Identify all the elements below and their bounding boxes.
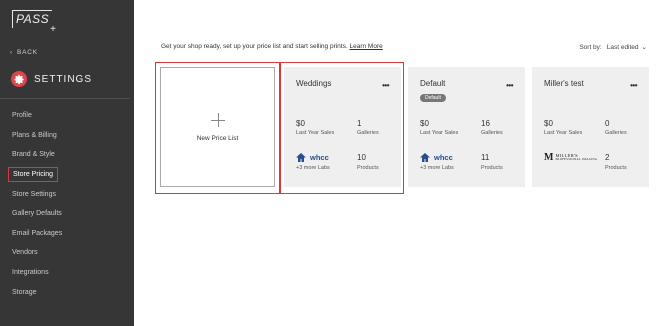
chevron-down-icon: ⌄ [641,44,647,51]
sidebar-item-label: Profile [12,112,32,120]
new-price-list-card[interactable]: New Price List [160,67,275,187]
new-price-list-label: New Price List [196,135,239,142]
sidebar-item-label: Store Settings [12,190,56,198]
galleries-label: Galleries [481,130,503,136]
products-label: Products [605,165,627,171]
products-value: 11 [481,153,490,162]
whcc-mark-icon [296,153,306,162]
back-label: BACK [16,49,38,56]
price-list-card-weddings[interactable]: Weddings ••• $0 Last Year Sales 1 Galler… [284,67,401,187]
sidebar-item-integrations[interactable]: Integrations [0,263,134,283]
galleries-label: Galleries [357,130,379,136]
galleries-value: 1 [357,119,362,128]
sales-label: Last Year Sales [296,130,335,136]
more-options-icon[interactable]: ••• [630,81,637,90]
price-list-card-default[interactable]: Default ••• Default $0 Last Year Sales 1… [408,67,525,187]
whcc-logo: whcc [296,153,329,162]
sort-control: Sort by: Last edited ⌄ [579,43,647,52]
card-title: Miller's test [544,79,584,88]
sales-value: $0 [544,119,553,128]
sidebar-item-storage[interactable]: Storage [0,282,134,302]
sidebar-item-profile[interactable]: Profile [0,106,134,126]
chevron-left-icon: ‹ [10,49,13,56]
sidebar-item-label: Gallery Defaults [12,210,62,218]
gear-icon [11,71,27,87]
sidebar-item-label: Storage [12,288,37,296]
sidebar-item-plans-billing[interactable]: Plans & Billing [0,126,134,146]
lab-name: whcc [434,153,453,162]
back-link[interactable]: ‹ BACK [10,49,38,56]
card-title: Default [420,79,446,88]
sidebar-item-gallery-defaults[interactable]: Gallery Defaults [0,204,134,224]
sales-value: $0 [296,119,305,128]
millers-m-icon: M [544,152,554,163]
card-title: Weddings [296,79,332,88]
more-labs-text: +3 more Labs [420,165,454,171]
sidebar-item-label: Store Pricing [7,167,59,183]
more-options-icon[interactable]: ••• [382,81,389,90]
products-value: 10 [357,153,366,162]
sort-label: Sort by: [579,43,602,51]
logo-plus-icon: + [50,24,56,35]
whcc-mark-icon [420,153,430,162]
millers-subtitle: PROFESSIONAL IMAGING [555,157,598,162]
lab-name: whcc [310,153,329,162]
settings-nav: Profile Plans & Billing Brand & Style St… [0,106,134,302]
sidebar-item-label: Plans & Billing [12,131,57,139]
sidebar-item-label: Integrations [12,269,49,277]
galleries-value: 16 [481,119,490,128]
sidebar-item-store-pricing[interactable]: Store Pricing [0,165,134,185]
sidebar-item-store-settings[interactable]: Store Settings [0,184,134,204]
sidebar-item-label: Brand & Style [12,151,55,159]
sales-label: Last Year Sales [420,130,459,136]
default-badge: Default [420,94,446,102]
products-value: 2 [605,153,610,162]
sidebar-item-label: Email Packages [12,229,63,237]
settings-title: SETTINGS [34,73,93,85]
galleries-value: 0 [605,119,610,128]
plus-icon [211,113,225,127]
sidebar-item-email-packages[interactable]: Email Packages [0,224,134,244]
price-list-card-millers-test[interactable]: Miller's test ••• $0 Last Year Sales 0 G… [532,67,649,187]
pass-logo[interactable]: PASS + [12,10,56,35]
sales-label: Last Year Sales [544,130,583,136]
sidebar-item-brand-style[interactable]: Brand & Style [0,145,134,165]
settings-header: SETTINGS [11,71,92,87]
whcc-logo: whcc [420,153,453,162]
logo-text: PASS [16,12,50,26]
intro-text: Get your shop ready, set up your price l… [161,43,383,50]
sales-value: $0 [420,119,429,128]
millers-logo: M MILLER'S PROFESSIONAL IMAGING [544,152,597,163]
learn-more-link[interactable]: Learn More [349,43,382,50]
sort-dropdown[interactable]: Last edited ⌄ [606,43,647,52]
sort-value: Last edited [606,43,639,51]
products-label: Products [481,165,503,171]
galleries-label: Galleries [605,130,627,136]
more-options-icon[interactable]: ••• [506,81,513,90]
sidebar-item-vendors[interactable]: Vendors [0,243,134,263]
sidebar-divider [0,98,130,99]
more-labs-text: +3 more Labs [296,165,330,171]
intro-sentence: Get your shop ready, set up your price l… [161,43,348,50]
sidebar: PASS + ‹ BACK SETTINGS Profile Plans & B… [0,0,134,326]
sidebar-item-label: Vendors [12,249,38,257]
products-label: Products [357,165,379,171]
